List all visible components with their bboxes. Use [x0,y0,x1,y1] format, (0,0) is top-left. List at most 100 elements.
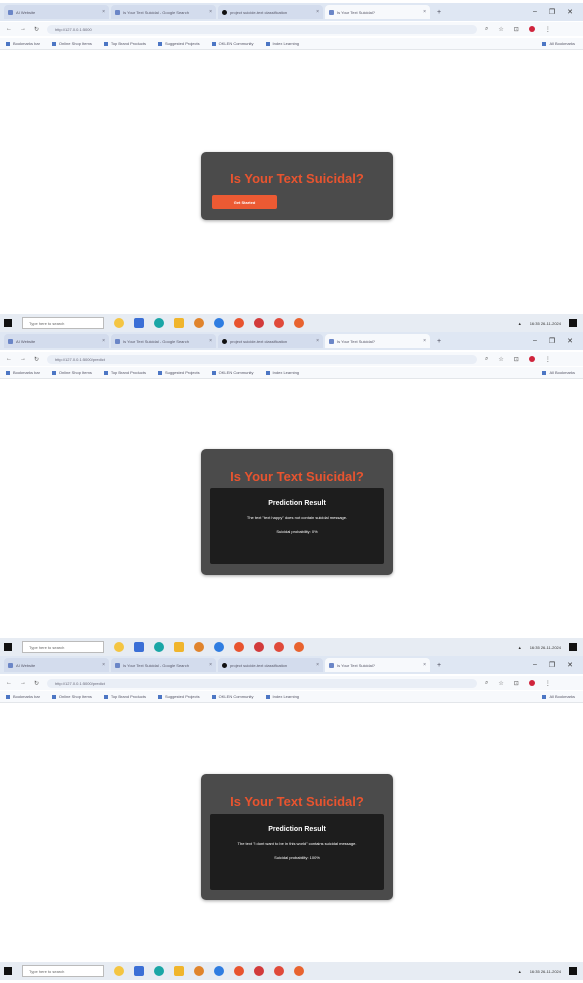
minimize-icon[interactable]: – [533,661,537,669]
maximize-icon[interactable]: ❐ [549,337,555,345]
file-explorer-icon[interactable] [174,966,184,976]
menu-icon[interactable]: ⋮ [545,26,551,33]
weather-icon[interactable] [114,642,124,652]
bookmark-item[interactable]: Top Brand Products [103,41,146,46]
menu-icon[interactable]: ⋮ [545,680,551,687]
app-icon[interactable] [254,966,264,976]
chrome-icon[interactable] [214,642,224,652]
notification-icon[interactable] [569,319,577,327]
tab[interactable]: Is Your Text Suicidal - Google Search × [111,5,216,19]
app-icon[interactable] [234,642,244,652]
close-icon[interactable]: × [316,9,319,15]
app-icon[interactable] [294,966,304,976]
network-icon[interactable]: ▲ [518,969,522,974]
close-window-icon[interactable]: ✕ [567,661,573,669]
maximize-icon[interactable]: ❐ [549,661,555,669]
notification-icon[interactable] [569,643,577,651]
translate-icon[interactable]: ⌕ [485,356,488,363]
get-started-button[interactable]: Get Started [212,195,277,209]
new-tab-icon[interactable]: + [432,338,446,345]
bookmark-item[interactable]: Online Shop Items [51,41,92,46]
minimize-icon[interactable]: – [533,8,537,16]
task-view-icon[interactable] [134,642,144,652]
bookmark-all[interactable]: All Bookmarks [542,370,583,375]
tab[interactable]: Is Your Text Suicidal - Google Search × [111,334,216,348]
bookmark-item[interactable]: OKLEN Community [211,41,254,46]
bookmark-item[interactable]: OKLEN Community [211,370,254,375]
clock[interactable]: 16:35 26-11-2024 [530,321,561,326]
close-icon[interactable]: × [102,338,105,344]
task-view-icon[interactable] [134,318,144,328]
star-icon[interactable]: ☆ [498,356,503,363]
bookmark-item[interactable]: Online Shop Items [51,694,92,699]
windows-start-icon[interactable] [4,643,12,651]
url-input[interactable]: http://127.0.0.1:5000/predict [47,678,478,688]
app-icon[interactable] [294,642,304,652]
windows-start-icon[interactable] [4,319,12,327]
tab[interactable]: project suicide-text classification × [218,5,323,19]
close-window-icon[interactable]: ✕ [567,8,573,16]
file-explorer-icon[interactable] [174,642,184,652]
app-icon[interactable] [274,966,284,976]
task-view-icon[interactable] [134,966,144,976]
bookmark-item[interactable]: Bookmarks bar [6,694,40,699]
bookmark-item[interactable]: Suggested Projects [157,370,200,375]
close-icon[interactable]: × [209,662,212,668]
close-window-icon[interactable]: ✕ [567,337,573,345]
tab[interactable]: Is Your Text Suicidal - Google Search × [111,658,216,672]
app-icon[interactable] [254,642,264,652]
reload-icon[interactable]: ↻ [34,26,39,33]
file-explorer-icon[interactable] [174,318,184,328]
taskbar-search-input[interactable]: Type here to search [22,641,104,653]
star-icon[interactable]: ☆ [498,26,503,33]
extensions-icon[interactable]: ⊡ [514,356,519,363]
minimize-icon[interactable]: – [533,337,537,345]
close-icon[interactable]: × [423,662,426,668]
back-icon[interactable]: ← [6,26,12,32]
translate-icon[interactable]: ⌕ [485,26,488,33]
search-app-icon[interactable] [194,318,204,328]
tab[interactable]: AI Website × [4,658,109,672]
clock[interactable]: 16:35 26-11-2024 [530,645,561,650]
tab[interactable]: project suicide-text classification × [218,658,323,672]
close-icon[interactable]: × [423,338,426,344]
tab-active[interactable]: Is Your Text Suicidal? × [325,334,430,348]
network-icon[interactable]: ▲ [518,645,522,650]
bookmark-item[interactable]: OKLEN Community [211,694,254,699]
bookmark-item[interactable]: Index Learning [265,694,299,699]
reload-icon[interactable]: ↻ [34,356,39,363]
bookmark-item[interactable]: Bookmarks bar [6,370,40,375]
back-icon[interactable]: ← [6,680,12,686]
search-app-icon[interactable] [194,966,204,976]
edge-icon[interactable] [154,642,164,652]
close-icon[interactable]: × [209,338,212,344]
weather-icon[interactable] [114,318,124,328]
network-icon[interactable]: ▲ [518,321,522,326]
avatar[interactable] [528,25,535,32]
close-icon[interactable]: × [423,9,426,15]
forward-icon[interactable]: → [20,356,26,362]
chrome-icon[interactable] [214,966,224,976]
extensions-icon[interactable]: ⊡ [514,26,519,33]
url-input[interactable]: http://127.0.0.1:5000 [47,24,478,34]
url-input[interactable]: http://127.0.0.1:5000/predict [47,354,478,364]
notification-icon[interactable] [569,967,577,975]
close-icon[interactable]: × [316,338,319,344]
edge-icon[interactable] [154,318,164,328]
close-icon[interactable]: × [209,9,212,15]
app-icon[interactable] [294,318,304,328]
new-tab-icon[interactable]: + [432,662,446,669]
app-icon[interactable] [234,318,244,328]
close-icon[interactable]: × [102,9,105,15]
forward-icon[interactable]: → [20,680,26,686]
new-tab-icon[interactable]: + [432,9,446,16]
avatar[interactable] [528,355,535,362]
tab-active[interactable]: Is Your Text Suicidal? × [325,5,430,19]
clock[interactable]: 16:35 26-11-2024 [530,969,561,974]
edge-icon[interactable] [154,966,164,976]
maximize-icon[interactable]: ❐ [549,8,555,16]
bookmark-all[interactable]: All Bookmarks [542,41,583,46]
bookmark-item[interactable]: Index Learning [265,41,299,46]
windows-start-icon[interactable] [4,967,12,975]
bookmark-item[interactable]: Top Brand Products [103,694,146,699]
